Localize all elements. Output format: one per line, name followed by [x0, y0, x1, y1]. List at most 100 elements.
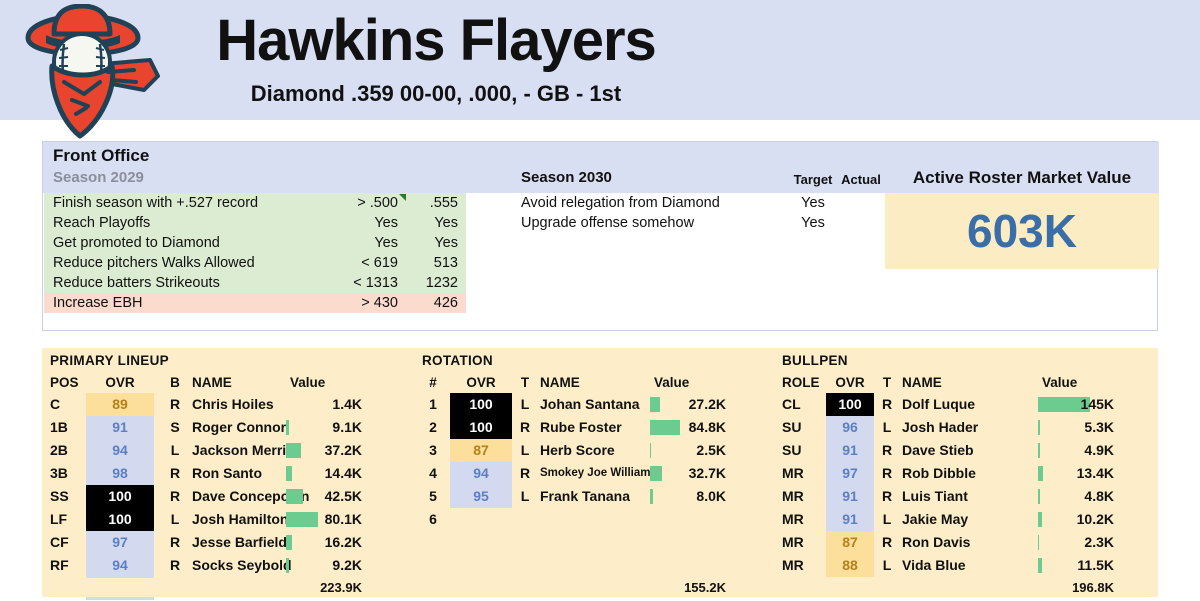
table-row[interactable]: SS 100 R Dave Concepcion 42.5K [42, 485, 414, 508]
row-player-name[interactable]: Ron Santo [192, 462, 262, 485]
goal-row: Finish season with +.527 record > .500 .55… [44, 193, 466, 213]
row-player-name[interactable]: Chris Hoiles [192, 393, 274, 416]
row-overall-rating: 87 [826, 531, 874, 554]
row-handedness: L [520, 442, 530, 458]
row-handedness: L [882, 511, 892, 527]
row-position: 2 [429, 419, 437, 435]
table-row[interactable]: MR 97 R Rob Dibble 13.4K [774, 462, 1158, 485]
row-overall-rating: 96 [826, 416, 874, 439]
row-handedness: S [170, 419, 180, 435]
front-office-title: Front Office [53, 146, 150, 165]
row-value: 10.2K [1076, 511, 1114, 527]
table-row[interactable]: 2B 94 L Jackson Merrill 37.2K [42, 439, 414, 462]
season-2030-goals-list: Avoid relegation from Diamond Yes Upgrade … [521, 193, 891, 233]
row-value: 9.1K [332, 419, 362, 435]
goal-target: < 619 [361, 255, 398, 271]
table-row[interactable]: 1B 91 S Roger Connor 9.1K [42, 416, 414, 439]
table-row[interactable]: 5 95 L Frank Tanana 8.0K [414, 485, 774, 508]
row-position: MR [782, 534, 804, 550]
row-overall-rating: 97 [86, 531, 154, 554]
table-row[interactable]: 4 94 R Smokey Joe Williams 32.7K [414, 462, 774, 485]
table-row[interactable]: LF 100 L Josh Hamilton 80.1K [42, 508, 414, 531]
market-value-title: Active Roster Market Value [912, 168, 1132, 187]
row-position: MR [782, 488, 804, 504]
table-row[interactable]: RF 94 R Socks Seybold 9.2K [42, 554, 414, 577]
goal-row: Get promoted to Diamond Yes Yes [44, 233, 466, 253]
row-player-name[interactable]: Vida Blue [902, 554, 966, 577]
row-handedness: L [170, 442, 180, 458]
row-player-name[interactable]: Johan Santana [540, 393, 640, 416]
row-position: CF [50, 534, 69, 550]
row-overall-rating: 100 [86, 508, 154, 531]
row-position: MR [782, 511, 804, 527]
row-handedness: R [881, 442, 893, 458]
table-row[interactable]: SU 91 R Dave Stieb 4.9K [774, 439, 1158, 462]
row-value: 32.7K [688, 465, 726, 481]
table-row[interactable]: CF 97 R Jesse Barfield 16.2K [42, 531, 414, 554]
table-row[interactable]: MR 87 R Ron Davis 2.3K [774, 531, 1158, 554]
table-row[interactable]: MR 91 L Jakie May 10.2K [774, 508, 1158, 531]
season-2029-label: Season 2029 [53, 169, 144, 186]
table-row[interactable]: SU 96 L Josh Hader 5.3K [774, 416, 1158, 439]
goal-actual: 1232 [425, 275, 458, 291]
row-value: 1.4K [332, 396, 362, 412]
row-overall-rating: 100 [450, 393, 512, 416]
row-position: C [50, 396, 61, 412]
table-row[interactable]: MR 88 L Vida Blue 11.5K [774, 554, 1158, 577]
row-player-name[interactable]: Jakie May [902, 508, 968, 531]
table-row[interactable]: 2 100 R Rube Foster 84.8K [414, 416, 774, 439]
team-record-subtitle: Diamond .359 00-00, .000, - GB - 1st [250, 80, 622, 106]
row-handedness: R [519, 465, 531, 481]
row-overall-rating: 91 [826, 485, 874, 508]
table-row[interactable]: MR 91 R Luis Tiant 4.8K [774, 485, 1158, 508]
table-row[interactable]: CL 100 R Dolf Luque 145K [774, 393, 1158, 416]
row-position: 1 [429, 396, 437, 412]
row-position: 3 [429, 442, 437, 458]
goal-label: Reduce pitchers Walks Allowed [53, 255, 255, 271]
row-position: SU [782, 442, 802, 458]
table-row[interactable]: 1 100 L Johan Santana 27.2K [414, 393, 774, 416]
table-row[interactable]: 3 87 L Herb Score 2.5K [414, 439, 774, 462]
bullpen-total-value: 196.8K [1072, 580, 1114, 595]
row-value: 27.2K [688, 396, 726, 412]
table-row[interactable]: 3B 98 R Ron Santo 14.4K [42, 462, 414, 485]
row-position: 2B [50, 442, 68, 458]
active-roster-market-value-box: 603K [885, 193, 1159, 269]
row-player-name[interactable]: Rube Foster [540, 416, 622, 439]
row-value: 5.3K [1084, 419, 1114, 435]
row-player-name[interactable]: Ron Davis [902, 531, 970, 554]
col-header-name: NAME [192, 375, 232, 390]
row-overall-rating: 87 [450, 439, 512, 462]
row-handedness: R [881, 465, 893, 481]
col-header-pos: POS [50, 375, 79, 390]
row-handedness: R [519, 419, 531, 435]
goal-target: Yes [374, 235, 398, 251]
row-player-name[interactable]: Luis Tiant [902, 485, 968, 508]
row-player-name[interactable]: Josh Hader [902, 416, 978, 439]
row-player-name[interactable]: Frank Tanana [540, 485, 630, 508]
row-overall-rating: 98 [86, 462, 154, 485]
team-logo [16, 4, 162, 140]
row-handedness: L [520, 396, 530, 412]
row-overall-rating: 89 [86, 393, 154, 416]
goal-target: < 1313 [353, 275, 398, 291]
row-position: 4 [429, 465, 437, 481]
row-handedness: R [169, 534, 181, 550]
row-player-name[interactable]: Rob Dibble [902, 462, 976, 485]
row-overall-rating: 95 [450, 485, 512, 508]
row-value: 13.4K [1076, 465, 1114, 481]
row-value: 145K [1080, 396, 1114, 412]
primary-lineup-column: PRIMARY LINEUP POS OVR B NAME Value C 89 R Chris… [42, 348, 414, 600]
table-row[interactable]: C 89 R Chris Hoiles 1.4K [42, 393, 414, 416]
row-player-name[interactable]: Dave Stieb [902, 439, 974, 462]
row-player-name[interactable]: Herb Score [540, 439, 615, 462]
cowboy-bandit-baseball-logo-icon [25, 4, 160, 139]
rotation-column: ROTATION # OVR T NAME Value 1 100 L Johan Santan… [414, 348, 774, 597]
row-player-name[interactable]: Dolf Luque [902, 393, 975, 416]
season-2029-goals-list: Finish season with +.527 record > .500 .55… [44, 193, 466, 313]
row-handedness: L [882, 557, 892, 573]
col-header-value: Value [1042, 375, 1078, 390]
rotation-total-value: 155.2K [684, 580, 726, 595]
table-row[interactable]: 6 [414, 508, 774, 531]
goal-row: Reduce pitchers Walks Allowed < 619 513 [44, 253, 466, 273]
